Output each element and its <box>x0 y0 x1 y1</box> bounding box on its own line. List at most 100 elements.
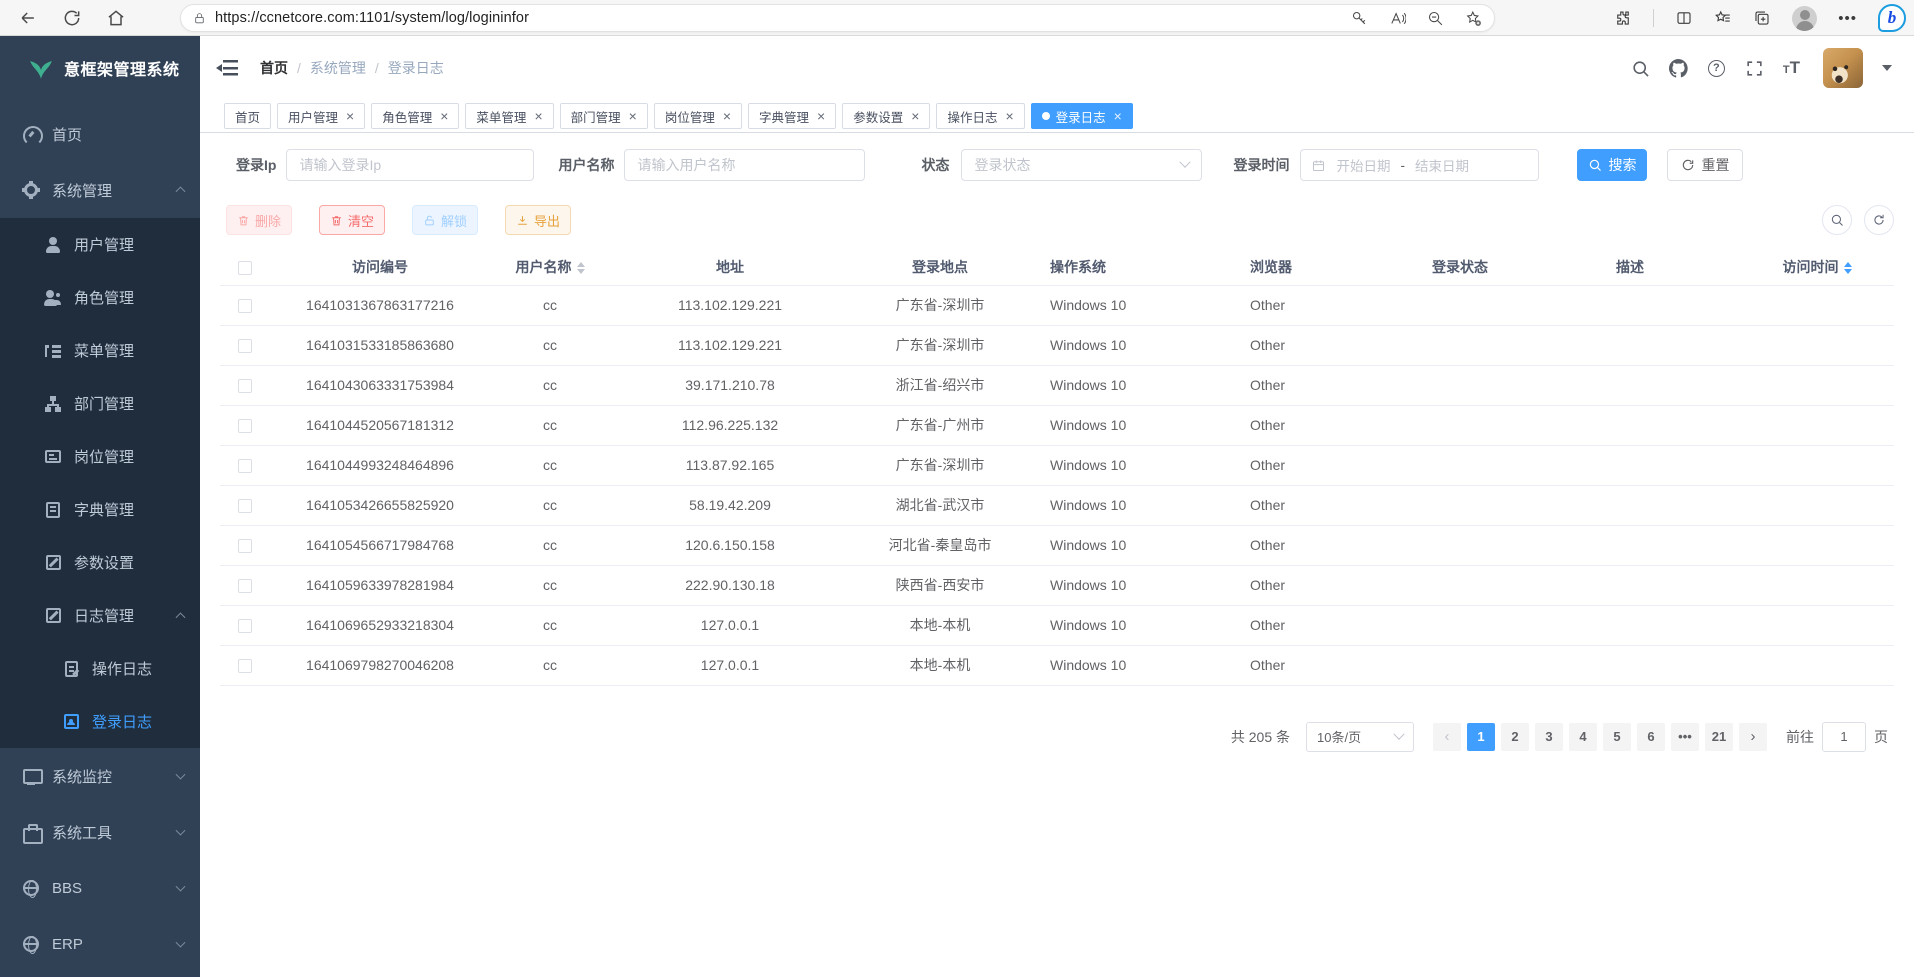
avatar-caret-icon[interactable] <box>1882 65 1892 76</box>
clear-button[interactable]: 清空 <box>319 205 385 235</box>
table-row[interactable]: 1641031533185863680cc113.102.129.221广东省-… <box>220 325 1894 365</box>
font-size-icon[interactable]: TT <box>1783 58 1800 78</box>
delete-button[interactable]: 删除 <box>226 205 292 235</box>
row-checkbox[interactable] <box>238 339 252 353</box>
row-checkbox[interactable] <box>238 419 252 433</box>
sidebar-item[interactable]: 参数设置 <box>0 536 200 589</box>
tab[interactable]: 参数设置× <box>842 103 930 129</box>
column-header[interactable]: 登录状态 <box>1400 249 1520 285</box>
tab[interactable]: 用户管理× <box>277 103 365 129</box>
close-tab-icon[interactable]: × <box>1114 109 1122 123</box>
search-button[interactable]: 搜索 <box>1577 149 1647 181</box>
table-row[interactable]: 1641059633978281984cc222.90.130.18陕西省-西安… <box>220 565 1894 605</box>
page-button[interactable]: 6 <box>1637 723 1665 751</box>
page-button[interactable]: 21 <box>1705 723 1733 751</box>
row-checkbox[interactable] <box>238 299 252 313</box>
collapse-sidebar-icon[interactable] <box>216 59 238 77</box>
close-tab-icon[interactable]: × <box>817 109 825 123</box>
column-header[interactable]: 访问时间 <box>1740 249 1894 285</box>
sidebar-item[interactable]: ERP <box>0 916 200 972</box>
sort-icon[interactable] <box>1844 262 1852 274</box>
browser-profile-icon[interactable] <box>1792 6 1817 31</box>
back-icon[interactable] <box>18 8 38 28</box>
page-button[interactable]: 1 <box>1467 723 1495 751</box>
row-checkbox[interactable] <box>238 619 252 633</box>
column-header[interactable]: 用户名称 <box>490 249 610 285</box>
user-input[interactable] <box>624 149 865 181</box>
add-favorite-icon[interactable] <box>1465 10 1482 27</box>
row-checkbox[interactable] <box>238 459 252 473</box>
sidebar-item[interactable]: 首页 <box>0 106 200 162</box>
page-button[interactable]: 3 <box>1535 723 1563 751</box>
sidebar-item[interactable]: 系统管理 <box>0 162 200 218</box>
table-row[interactable]: 1641054566717984768cc120.6.150.158河北省-秦皇… <box>220 525 1894 565</box>
tab[interactable]: 登录日志× <box>1031 103 1133 129</box>
read-aloud-icon[interactable] <box>1389 10 1406 27</box>
password-key-icon[interactable] <box>1351 10 1368 27</box>
sidebar-item[interactable]: 角色管理 <box>0 271 200 324</box>
bing-chat-icon[interactable]: b <box>1878 4 1906 32</box>
table-row[interactable]: 1641069652933218304cc127.0.0.1本地-本机Windo… <box>220 605 1894 645</box>
date-range-picker[interactable]: 开始日期 - 结束日期 <box>1300 149 1539 181</box>
tab[interactable]: 首页 <box>224 103 271 129</box>
select-all-header[interactable] <box>220 249 270 285</box>
column-header[interactable]: 操作系统 <box>1030 249 1230 285</box>
close-tab-icon[interactable]: × <box>1005 109 1013 123</box>
end-date[interactable]: 结束日期 <box>1415 155 1469 175</box>
sidebar-item[interactable]: Yi框架 <box>0 972 200 977</box>
close-tab-icon[interactable]: × <box>346 109 354 123</box>
split-screen-icon[interactable] <box>1675 9 1693 27</box>
page-button[interactable]: 4 <box>1569 723 1597 751</box>
refresh-table-button[interactable] <box>1864 205 1894 235</box>
prev-page-button[interactable]: ‹ <box>1433 723 1461 751</box>
start-date[interactable]: 开始日期 <box>1336 155 1390 175</box>
export-button[interactable]: 导出 <box>505 205 571 235</box>
sidebar-item[interactable]: 用户管理 <box>0 218 200 271</box>
user-avatar[interactable] <box>1823 48 1863 88</box>
fullscreen-icon[interactable] <box>1745 59 1764 78</box>
page-size-select[interactable]: 10条/页 <box>1306 722 1414 752</box>
refresh-icon[interactable] <box>62 8 82 28</box>
column-header[interactable]: 地址 <box>610 249 850 285</box>
tab[interactable]: 菜单管理× <box>465 103 553 129</box>
close-tab-icon[interactable]: × <box>911 109 919 123</box>
page-button[interactable]: ••• <box>1671 723 1699 751</box>
browser-menu-icon[interactable]: ••• <box>1838 10 1857 27</box>
unlock-button[interactable]: 解锁 <box>412 205 478 235</box>
table-row[interactable]: 1641043063331753984cc39.171.210.78浙江省-绍兴… <box>220 365 1894 405</box>
sidebar-item[interactable]: 岗位管理 <box>0 430 200 483</box>
column-header[interactable]: 描述 <box>1520 249 1740 285</box>
select-all-checkbox[interactable] <box>238 261 252 275</box>
sidebar-item[interactable]: 日志管理 <box>0 589 200 642</box>
sidebar-item[interactable]: 登录日志 <box>0 695 200 748</box>
show-search-button[interactable] <box>1822 205 1852 235</box>
ip-input[interactable] <box>286 149 534 181</box>
row-checkbox[interactable] <box>238 379 252 393</box>
column-header[interactable]: 登录地点 <box>850 249 1030 285</box>
sidebar-item[interactable]: 操作日志 <box>0 642 200 695</box>
table-row[interactable]: 1641053426655825920cc58.19.42.209湖北省-武汉市… <box>220 485 1894 525</box>
app-logo[interactable]: 意框架管理系统 <box>0 36 200 100</box>
url-text[interactable]: https://ccnetcore.com:1101/system/log/lo… <box>215 10 529 26</box>
sidebar-item[interactable]: 部门管理 <box>0 377 200 430</box>
status-select[interactable]: 登录状态 <box>961 149 1202 181</box>
column-header[interactable]: 浏览器 <box>1230 249 1400 285</box>
table-row[interactable]: 1641044993248464896cc113.87.92.165广东省-深圳… <box>220 445 1894 485</box>
page-button[interactable]: 2 <box>1501 723 1529 751</box>
home-icon[interactable] <box>106 8 126 28</box>
close-tab-icon[interactable]: × <box>723 109 731 123</box>
close-tab-icon[interactable]: × <box>440 109 448 123</box>
tab[interactable]: 岗位管理× <box>654 103 742 129</box>
address-bar[interactable]: https://ccnetcore.com:1101/system/log/lo… <box>180 4 1495 32</box>
sort-icon[interactable] <box>577 262 585 274</box>
table-row[interactable]: 1641069798270046208cc127.0.0.1本地-本机Windo… <box>220 645 1894 685</box>
sidebar-item[interactable]: 菜单管理 <box>0 324 200 377</box>
header-search-icon[interactable] <box>1631 59 1650 78</box>
tab[interactable]: 部门管理× <box>560 103 648 129</box>
extensions-icon[interactable] <box>1614 9 1632 27</box>
tab[interactable]: 操作日志× <box>936 103 1024 129</box>
favorites-icon[interactable] <box>1714 9 1732 27</box>
next-page-button[interactable]: › <box>1739 723 1767 751</box>
close-tab-icon[interactable]: × <box>534 109 542 123</box>
sidebar-item[interactable]: 系统监控 <box>0 748 200 804</box>
